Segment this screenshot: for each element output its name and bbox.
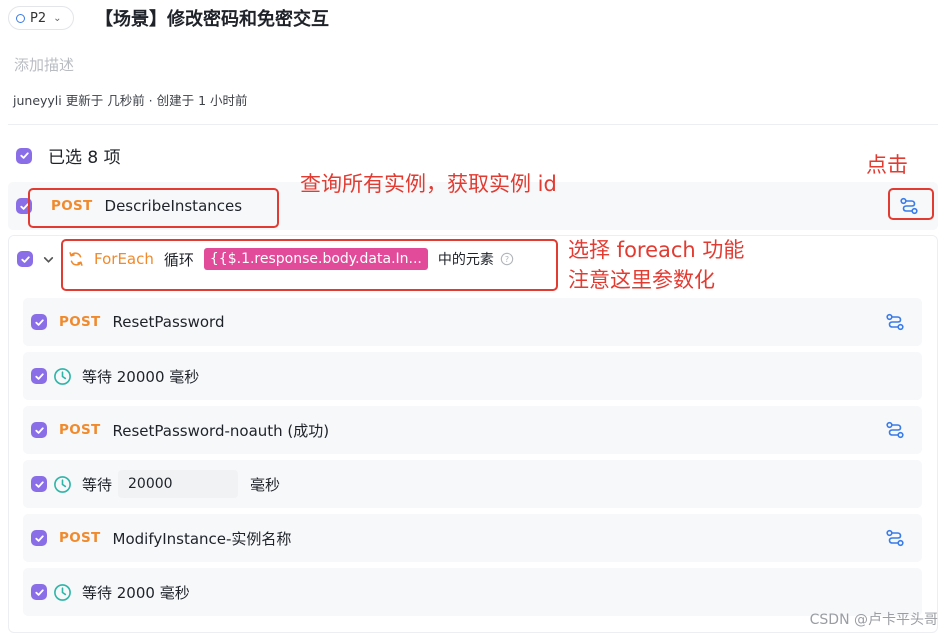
- description-field[interactable]: 添加描述: [14, 54, 74, 75]
- param-link-icon[interactable]: [884, 419, 906, 441]
- step-wait-3[interactable]: 等待 2000 毫秒: [23, 568, 922, 616]
- annotation-click: 点击: [866, 153, 908, 177]
- check-icon: [34, 480, 44, 488]
- selection-count: 已选 8 项: [48, 148, 121, 168]
- check-icon: [34, 534, 44, 542]
- check-icon: [34, 372, 44, 380]
- chevron-down-icon: ⌄: [53, 12, 62, 24]
- http-method: POST: [59, 530, 101, 546]
- step-wait-1[interactable]: 等待 20000 毫秒: [23, 352, 922, 400]
- clock-icon: [54, 367, 71, 385]
- check-icon: [34, 318, 44, 326]
- check-icon: [34, 588, 44, 596]
- clock-icon: [54, 583, 71, 601]
- clock-icon: [54, 475, 71, 493]
- page-title: 【场景】修改密码和免密交互: [95, 9, 329, 30]
- priority-dot-icon: [16, 13, 25, 23]
- step-name: ModifyInstance-实例名称: [112, 529, 292, 548]
- wait-duration-input[interactable]: 20000: [118, 470, 239, 498]
- annotation-box-link: [888, 188, 934, 220]
- param-link-icon[interactable]: [884, 311, 906, 333]
- select-all-checkbox[interactable]: [16, 147, 32, 164]
- annotation-foreach-line1: 选择 foreach 功能: [568, 238, 745, 262]
- watermark: CSDN @卢卡平头哥: [809, 612, 938, 628]
- check-icon: [20, 255, 30, 263]
- wait-prefix: 等待: [82, 475, 113, 494]
- foreach-checkbox[interactable]: [17, 251, 33, 267]
- param-link-icon[interactable]: [884, 527, 906, 549]
- priority-label: P2: [30, 10, 47, 26]
- check-icon: [34, 426, 44, 434]
- http-method: POST: [59, 422, 101, 438]
- step-checkbox[interactable]: [31, 476, 47, 492]
- annotation-box-foreach: [61, 239, 558, 291]
- step-wait-2[interactable]: 等待 20000 毫秒: [23, 460, 922, 508]
- select-all[interactable]: 已选 8 项: [16, 143, 121, 168]
- step-reset-password[interactable]: POST ResetPassword: [23, 298, 922, 346]
- chevron-down-icon[interactable]: [42, 253, 55, 266]
- step-reset-password-noauth[interactable]: POST ResetPassword-noauth (成功): [23, 406, 922, 454]
- step-modify-instance[interactable]: POST ModifyInstance-实例名称: [23, 514, 922, 562]
- http-method: POST: [59, 314, 101, 330]
- step-checkbox[interactable]: [31, 530, 47, 546]
- divider: [8, 124, 938, 125]
- step-checkbox[interactable]: [31, 368, 47, 384]
- priority-selector[interactable]: P2 ⌄: [8, 6, 74, 30]
- annotation-query: 查询所有实例，获取实例 id: [300, 172, 557, 196]
- wait-label: 等待 2000 毫秒: [82, 583, 190, 602]
- step-checkbox[interactable]: [31, 422, 47, 438]
- step-name: ResetPassword: [112, 313, 225, 331]
- step-checkbox[interactable]: [31, 314, 47, 330]
- step-name: ResetPassword-noauth (成功): [112, 421, 330, 440]
- wait-suffix: 毫秒: [250, 475, 281, 494]
- annotation-foreach-line2: 注意这里参数化: [568, 268, 715, 292]
- step-checkbox[interactable]: [31, 584, 47, 600]
- meta-info: juneyyli 更新于 几秒前 · 创建于 1 小时前: [13, 93, 248, 108]
- wait-label: 等待 20000 毫秒: [82, 367, 200, 386]
- annotation-box-describe: [28, 188, 279, 228]
- check-icon: [19, 152, 29, 159]
